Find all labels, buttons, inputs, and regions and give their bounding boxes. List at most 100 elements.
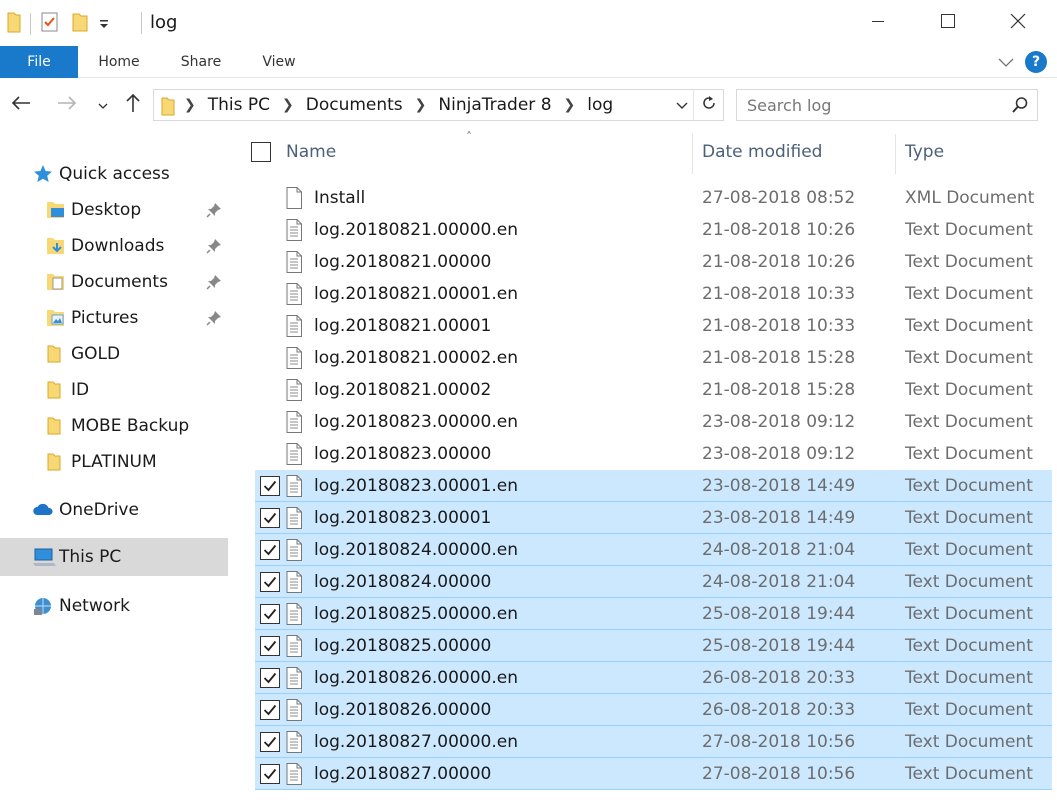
sidebar-item-this-pc[interactable]: This PC bbox=[0, 538, 228, 576]
file-row[interactable]: log.20180827.00000 27-08-2018 10:56 Text D… bbox=[255, 758, 1052, 790]
file-name: log.20180821.00002 bbox=[314, 380, 492, 400]
column-header-name[interactable]: Name bbox=[286, 130, 690, 174]
sidebar-item-documents[interactable]: Documents bbox=[0, 264, 228, 300]
pin-icon[interactable] bbox=[206, 274, 222, 295]
pin-icon[interactable] bbox=[206, 202, 222, 223]
column-divider[interactable] bbox=[895, 134, 896, 174]
row-checkbox[interactable] bbox=[260, 476, 280, 496]
select-all-checkbox[interactable] bbox=[251, 142, 271, 162]
row-checkbox[interactable] bbox=[260, 668, 280, 688]
sidebar-item-desktop[interactable]: Desktop bbox=[0, 192, 228, 228]
sidebar-item-mobe-backup[interactable]: MOBE Backup bbox=[0, 408, 228, 444]
search-input[interactable] bbox=[737, 90, 1007, 120]
breadcrumb-log[interactable]: log bbox=[587, 95, 613, 115]
file-row[interactable]: log.20180823.00001.en 23-08-2018 14:49 Tex… bbox=[255, 470, 1052, 502]
file-date-modified: 21-08-2018 10:33 bbox=[702, 316, 856, 336]
customize-toolbar-icon[interactable] bbox=[97, 10, 111, 38]
row-checkbox[interactable] bbox=[260, 604, 280, 624]
file-row[interactable]: log.20180821.00002 21-08-2018 15:28 Text D… bbox=[255, 374, 1052, 406]
chevron-down-icon bbox=[97, 96, 109, 115]
sidebar-item-network[interactable]: Network bbox=[0, 588, 228, 624]
row-checkbox[interactable] bbox=[260, 540, 280, 560]
forward-button[interactable] bbox=[52, 90, 82, 120]
sidebar-item-platinum[interactable]: PLATINUM bbox=[0, 444, 228, 480]
file-name: log.20180821.00001 bbox=[314, 316, 492, 336]
expand-ribbon-icon[interactable] bbox=[997, 54, 1015, 74]
tab-view[interactable]: View bbox=[248, 46, 310, 78]
file-row[interactable]: log.20180821.00000.en 21-08-2018 10:26 Tex… bbox=[255, 214, 1052, 246]
network-icon bbox=[32, 588, 54, 624]
file-name: log.20180821.00001.en bbox=[314, 284, 518, 304]
refresh-button[interactable] bbox=[693, 90, 723, 120]
desktop-folder-icon bbox=[46, 192, 66, 228]
sidebar-item-label: GOLD bbox=[71, 344, 121, 364]
row-checkbox[interactable] bbox=[260, 636, 280, 656]
row-checkbox[interactable] bbox=[260, 764, 280, 784]
file-row[interactable]: log.20180821.00000 21-08-2018 10:26 Text D… bbox=[255, 246, 1052, 278]
tab-file[interactable]: File bbox=[0, 46, 78, 78]
file-row[interactable]: log.20180824.00000.en 24-08-2018 21:04 Tex… bbox=[255, 534, 1052, 566]
chevron-right-icon[interactable]: ❯ bbox=[415, 97, 427, 113]
file-row[interactable]: log.20180825.00000.en 25-08-2018 19:44 Tex… bbox=[255, 598, 1052, 630]
pin-icon[interactable] bbox=[206, 238, 222, 259]
file-row[interactable]: log.20180821.00001.en 21-08-2018 10:33 Tex… bbox=[255, 278, 1052, 310]
sidebar-item-downloads[interactable]: Downloads bbox=[0, 228, 228, 264]
chevron-right-icon[interactable]: ❯ bbox=[282, 97, 294, 113]
recent-locations-button[interactable] bbox=[88, 90, 118, 120]
breadcrumb-documents[interactable]: Documents bbox=[306, 95, 403, 115]
file-row[interactable]: log.20180824.00000 24-08-2018 21:04 Text D… bbox=[255, 566, 1052, 598]
tab-share[interactable]: Share bbox=[170, 46, 232, 78]
chevron-right-icon[interactable]: ❯ bbox=[564, 97, 576, 113]
file-row[interactable]: log.20180823.00000.en 23-08-2018 09:12 Tex… bbox=[255, 406, 1052, 438]
column-header-date-modified[interactable]: Date modified bbox=[702, 130, 892, 174]
file-row[interactable]: Install 27-08-2018 08:52 XML Document bbox=[255, 182, 1052, 214]
address-dropdown-button[interactable] bbox=[671, 90, 693, 120]
file-row[interactable]: log.20180823.00000 23-08-2018 09:12 Text D… bbox=[255, 438, 1052, 470]
new-folder-icon[interactable] bbox=[71, 10, 89, 38]
sidebar-item-id[interactable]: ID bbox=[0, 372, 228, 408]
file-row[interactable]: log.20180821.00002.en 21-08-2018 15:28 Tex… bbox=[255, 342, 1052, 374]
properties-icon[interactable] bbox=[39, 10, 61, 38]
file-row[interactable]: log.20180826.00000.en 26-08-2018 20:33 Tex… bbox=[255, 662, 1052, 694]
pin-icon[interactable] bbox=[206, 310, 222, 331]
file-name: log.20180824.00000.en bbox=[314, 540, 518, 560]
star-icon bbox=[32, 156, 54, 192]
breadcrumb-this-pc[interactable]: This PC bbox=[208, 95, 270, 115]
file-date-modified: 25-08-2018 19:44 bbox=[702, 604, 856, 624]
file-date-modified: 23-08-2018 14:49 bbox=[702, 476, 856, 496]
row-checkbox[interactable] bbox=[260, 700, 280, 720]
file-name: log.20180821.00000.en bbox=[314, 220, 518, 240]
sidebar-item-pictures[interactable]: Pictures bbox=[0, 300, 228, 336]
file-row[interactable]: log.20180821.00001 21-08-2018 10:33 Text D… bbox=[255, 310, 1052, 342]
file-row[interactable]: log.20180825.00000 25-08-2018 19:44 Text D… bbox=[255, 630, 1052, 662]
file-row[interactable]: log.20180826.00000 26-08-2018 20:33 Text D… bbox=[255, 694, 1052, 726]
file-row[interactable]: log.20180823.00001 23-08-2018 14:49 Text D… bbox=[255, 502, 1052, 534]
search-box[interactable] bbox=[736, 89, 1038, 121]
file-type: Text Document bbox=[905, 444, 1033, 464]
column-divider[interactable] bbox=[692, 134, 693, 174]
sidebar-item-label: Network bbox=[59, 596, 130, 616]
column-header-type[interactable]: Type bbox=[905, 130, 1055, 174]
maximize-button[interactable] bbox=[913, 0, 983, 46]
row-checkbox[interactable] bbox=[260, 508, 280, 528]
sidebar-item-onedrive[interactable]: OneDrive bbox=[0, 492, 228, 528]
back-button[interactable] bbox=[6, 90, 36, 120]
breadcrumb-ninjatrader[interactable]: NinjaTrader 8 bbox=[438, 95, 551, 115]
address-bar[interactable]: ❯ This PC ❯ Documents ❯ NinjaTrader 8 ❯ … bbox=[153, 89, 724, 121]
sidebar-item-gold[interactable]: GOLD bbox=[0, 336, 228, 372]
tab-home[interactable]: Home bbox=[88, 46, 150, 78]
search-icon[interactable] bbox=[1011, 96, 1029, 118]
sidebar-item-quick-access[interactable]: Quick access bbox=[0, 156, 228, 192]
file-type: Text Document bbox=[905, 668, 1033, 688]
close-button[interactable] bbox=[983, 0, 1053, 46]
file-row[interactable]: log.20180827.00000.en 27-08-2018 10:56 Tex… bbox=[255, 726, 1052, 758]
row-checkbox[interactable] bbox=[260, 572, 280, 592]
help-button[interactable]: ? bbox=[1025, 51, 1047, 73]
file-name: log.20180823.00001.en bbox=[314, 476, 518, 496]
file-name: log.20180826.00000 bbox=[314, 700, 492, 720]
row-checkbox[interactable] bbox=[260, 732, 280, 752]
toolbar-divider bbox=[30, 13, 31, 35]
minimize-button[interactable] bbox=[843, 0, 913, 46]
up-button[interactable] bbox=[118, 90, 148, 120]
file-type: Text Document bbox=[905, 508, 1033, 528]
